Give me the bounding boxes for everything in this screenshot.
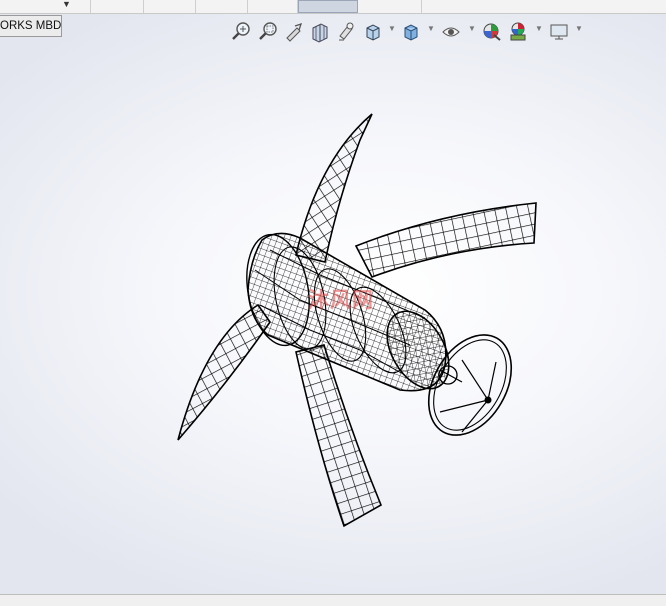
tab-solidworks-mbd[interactable]: ORKS MBD	[0, 15, 62, 37]
graphics-area[interactable]	[0, 45, 666, 593]
apply-scene-dropdown-icon[interactable]: ▼	[535, 24, 543, 33]
command-tab-5[interactable]	[248, 0, 298, 13]
command-tab-active[interactable]	[298, 0, 358, 13]
command-tab-3[interactable]	[144, 0, 196, 13]
command-tab-4[interactable]	[196, 0, 248, 13]
satellite-wireframe-model[interactable]	[0, 45, 666, 593]
display-style-dropdown-icon[interactable]: ▼	[427, 24, 435, 33]
status-strip	[0, 594, 666, 606]
zoom-to-area-icon[interactable]	[257, 20, 279, 44]
hide-show-items-icon[interactable]	[440, 20, 462, 44]
solar-panel-upper	[295, 113, 373, 263]
dynamic-annotation-view-icon[interactable]	[335, 20, 357, 44]
command-tab-1[interactable]	[0, 0, 91, 13]
apply-scene-icon[interactable]	[507, 20, 529, 44]
view-settings-icon[interactable]	[548, 20, 570, 44]
command-tab-2[interactable]	[91, 0, 144, 13]
edit-appearance-icon[interactable]	[481, 20, 503, 44]
view-orientation-icon[interactable]	[362, 20, 384, 44]
zoom-to-fit-icon[interactable]	[230, 20, 252, 44]
section-view-icon[interactable]	[309, 20, 331, 44]
hide-show-dropdown-icon[interactable]: ▼	[468, 24, 476, 33]
view-orientation-dropdown-icon[interactable]: ▼	[388, 24, 396, 33]
solar-panel-left	[177, 303, 271, 441]
command-tab-7[interactable]	[358, 0, 422, 13]
command-manager-strip: ▼	[0, 0, 666, 14]
watermark-text: 沐风网	[308, 289, 374, 312]
display-style-icon[interactable]	[400, 20, 422, 44]
previous-view-icon[interactable]	[283, 20, 305, 44]
solar-panel-right	[354, 202, 537, 278]
dropdown-arrow-icon[interactable]: ▼	[62, 0, 71, 9]
view-settings-dropdown-icon[interactable]: ▼	[575, 24, 583, 33]
